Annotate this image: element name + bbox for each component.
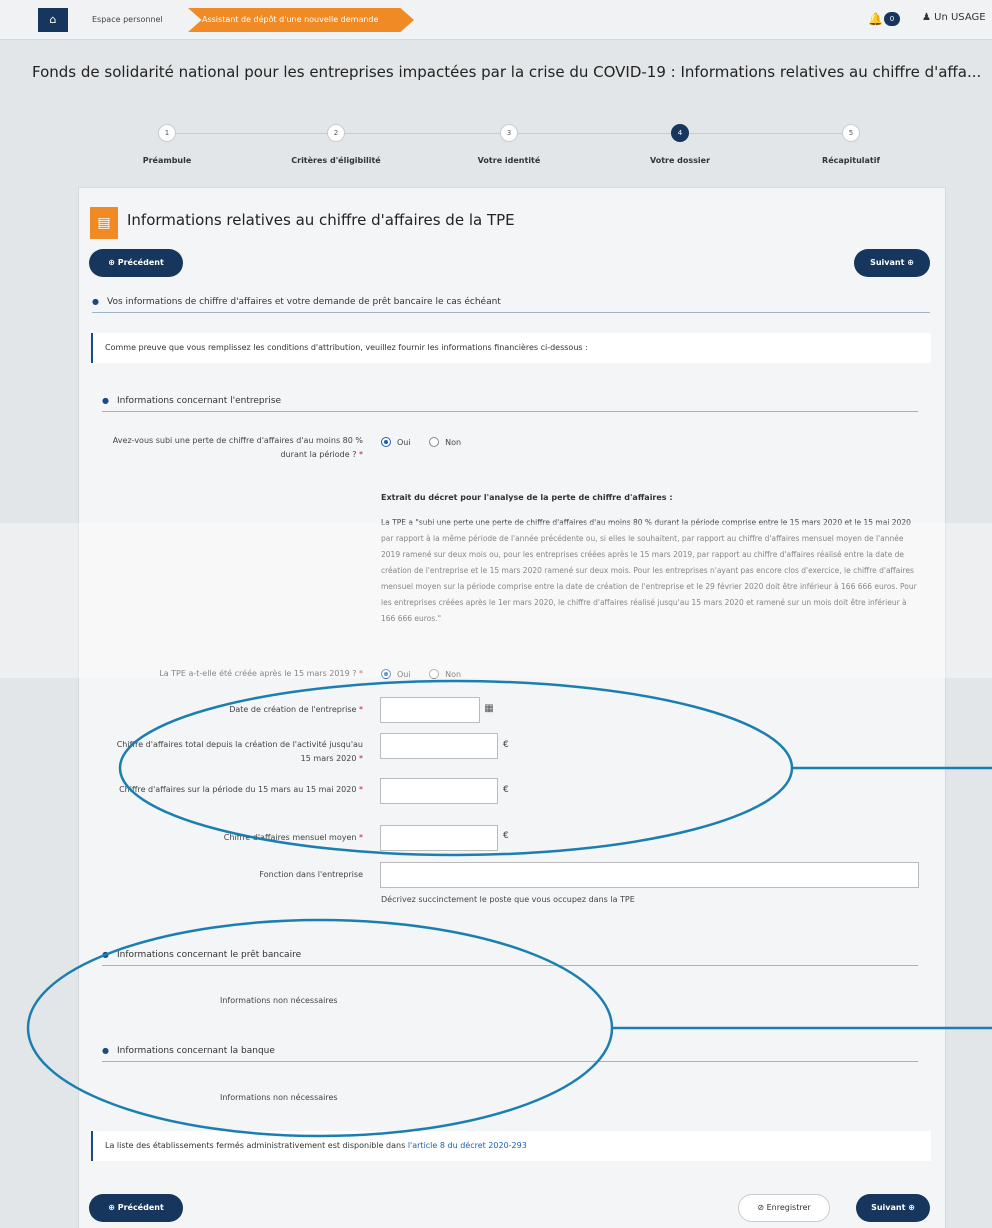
annotation-ellipse-sections bbox=[26, 918, 614, 1138]
annotation-ellipse-fields bbox=[118, 679, 794, 857]
annotation-overlay bbox=[26, 679, 992, 1138]
